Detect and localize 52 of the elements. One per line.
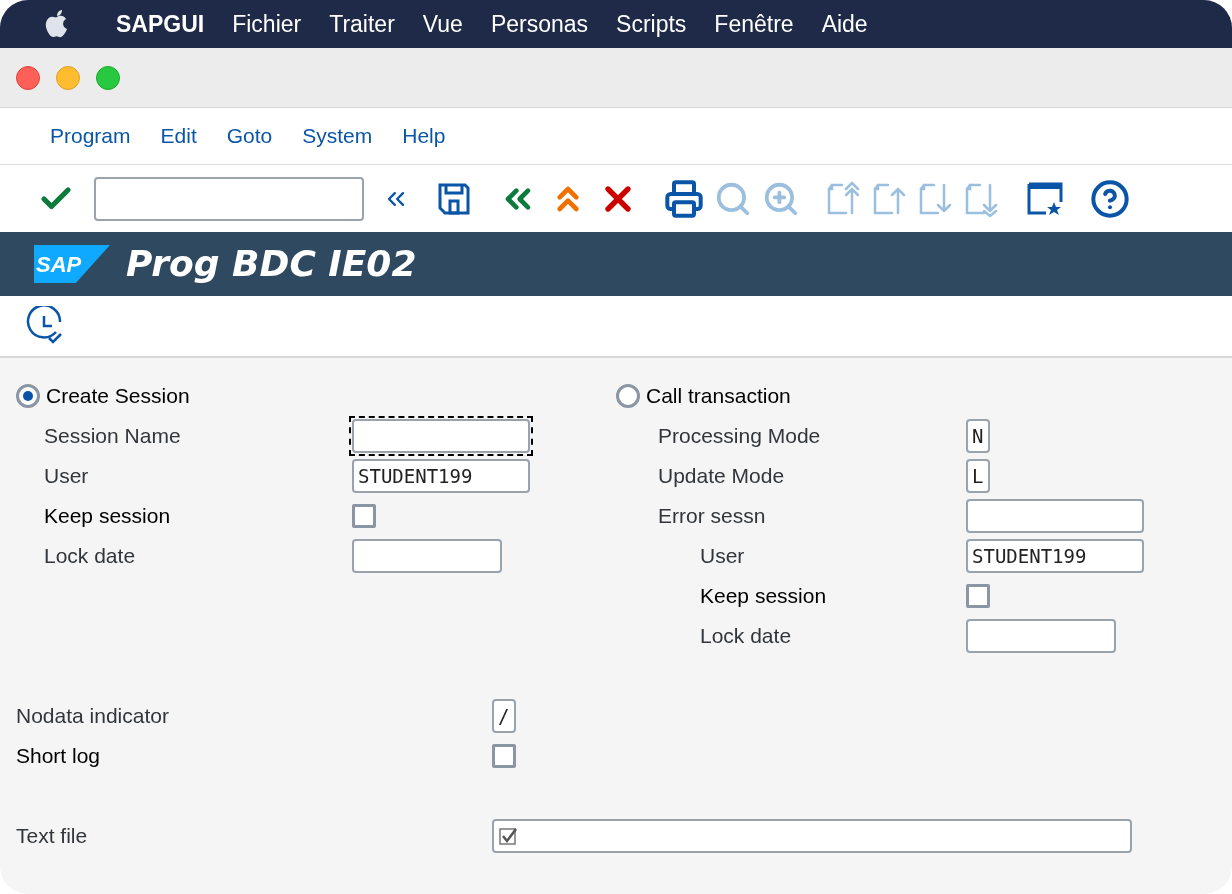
input-field[interactable]: N	[966, 419, 990, 453]
input-field[interactable]	[966, 619, 1116, 653]
app-name[interactable]: SAPGUI	[116, 6, 205, 42]
field-label: Session Name	[44, 423, 182, 450]
radio-button[interactable]	[616, 384, 640, 408]
menu-item[interactable]: Program	[50, 120, 131, 152]
checkbox[interactable]	[492, 744, 516, 768]
menu-item[interactable]: Edit	[160, 120, 197, 152]
menu-item[interactable]: Vue	[422, 6, 463, 42]
radio-label: Create Session	[46, 383, 190, 410]
field-label: Keep session	[700, 583, 828, 610]
input-field[interactable]	[352, 539, 502, 573]
radio-button[interactable]	[16, 384, 40, 408]
input-field[interactable]: /	[492, 699, 516, 733]
input-field[interactable]: L	[966, 459, 990, 493]
command-field[interactable]	[94, 176, 364, 221]
field-label: Keep session	[44, 503, 172, 530]
menu-item[interactable]: System	[302, 120, 373, 152]
menu-item[interactable]: Help	[402, 120, 446, 152]
input-field[interactable]: STUDENT199	[966, 539, 1144, 573]
menu-item[interactable]: Scripts	[616, 6, 687, 42]
input-field[interactable]	[966, 499, 1144, 533]
radio-label: Call transaction	[646, 383, 791, 410]
printer-icon[interactable]	[664, 178, 704, 219]
menu-item[interactable]: Fichier	[232, 6, 302, 42]
field-label: Error sessn	[658, 503, 767, 530]
help-icon[interactable]	[1090, 178, 1130, 219]
menu-item[interactable]: Fenêtre	[714, 6, 794, 42]
checkbox[interactable]	[352, 504, 376, 528]
zoom-window-button[interactable]	[96, 65, 120, 90]
close-window-button[interactable]	[16, 65, 40, 90]
input-field[interactable]	[352, 419, 530, 453]
menu-item[interactable]: Aide	[821, 6, 868, 42]
sap-logo: SAP	[34, 245, 110, 283]
menu-item[interactable]: Personas	[490, 6, 589, 42]
field-label: User	[700, 543, 746, 570]
menu-item[interactable]: Goto	[226, 120, 273, 152]
field-label: Lock date	[44, 543, 137, 570]
input-field[interactable]: STUDENT199	[352, 459, 530, 493]
minimize-window-button[interactable]	[56, 65, 80, 90]
field-label: Short log	[16, 743, 102, 770]
field-label: Nodata indicator	[16, 703, 170, 730]
field-label: Update Mode	[658, 463, 786, 490]
field-label: Processing Mode	[658, 423, 822, 450]
field-label: Text file	[16, 823, 89, 850]
screen-title: Prog BDC IE02	[126, 242, 417, 286]
input-field[interactable]	[492, 819, 1132, 853]
field-label: User	[44, 463, 90, 490]
checkbox[interactable]	[966, 584, 990, 608]
menu-item[interactable]: Traiter	[329, 6, 395, 42]
field-label: Lock date	[700, 623, 793, 650]
apple-icon[interactable]	[44, 9, 70, 39]
